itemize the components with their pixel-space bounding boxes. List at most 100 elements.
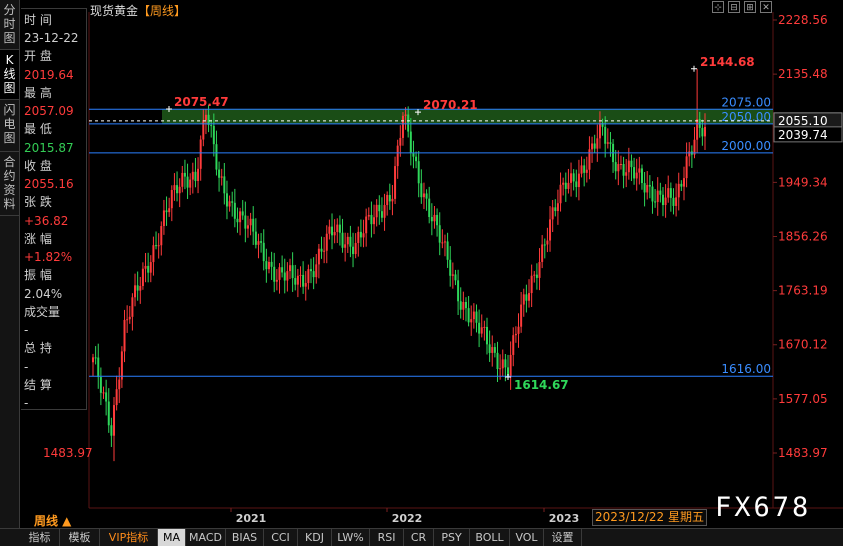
candle-body — [606, 142, 609, 144]
close-icon[interactable]: ✕ — [760, 1, 772, 13]
candle-body — [404, 114, 407, 116]
candle-body — [362, 233, 365, 238]
chart-title: 现货黄金【周线】 — [90, 2, 186, 19]
tab-flash[interactable]: 闪电图 — [0, 100, 19, 152]
tab-vip-indicators[interactable]: VIP指标 — [100, 529, 158, 546]
maximize-icon[interactable]: ⊞ — [744, 1, 756, 13]
candle-body — [394, 166, 397, 199]
candle-body — [654, 201, 657, 203]
move-icon[interactable]: ⊹ — [712, 1, 724, 13]
candle-body — [233, 202, 236, 219]
extreme-label: 2070.21 — [423, 98, 478, 112]
candle-body — [257, 241, 260, 245]
minimize-icon[interactable]: ⊟ — [728, 1, 740, 13]
candle-body — [265, 261, 268, 270]
tab-boll[interactable]: BOLL — [470, 529, 510, 546]
tab-time-sharing[interactable]: 分时图 — [0, 0, 19, 50]
candlestick-chart[interactable]: 2228.56 2135.48 1949.34 1856.26 1763.19 1670.… — [0, 0, 843, 528]
candle-body — [696, 119, 699, 140]
candle-body — [215, 144, 218, 170]
candle-body — [512, 335, 515, 355]
candle-body — [693, 139, 696, 155]
candle-body — [535, 274, 538, 278]
candle-body — [470, 319, 473, 323]
tab-vol[interactable]: VOL — [510, 529, 544, 546]
candle-body — [412, 153, 415, 157]
candle-body — [202, 120, 205, 140]
change-value: +36.82 — [24, 214, 69, 228]
tab-contract-info[interactable]: 合约资料 — [0, 152, 19, 216]
candle-body — [483, 326, 486, 328]
candle-body — [499, 368, 502, 370]
tab-ma[interactable]: MA — [158, 529, 186, 546]
tab-rsi[interactable]: RSI — [370, 529, 404, 546]
tab-lw[interactable]: LW% — [332, 529, 370, 546]
candle-body — [585, 169, 588, 173]
open-interest-label: 总 持 — [24, 341, 52, 355]
tab-templates[interactable]: 模板 — [60, 529, 100, 546]
candle-body — [249, 218, 252, 226]
candle-body — [357, 231, 360, 244]
candle-body — [588, 149, 591, 170]
change-label: 张 跌 — [24, 195, 52, 209]
tab-macd[interactable]: MACD — [186, 529, 226, 546]
tab-kdj[interactable]: KDJ — [298, 529, 332, 546]
tab-indicators[interactable]: 指标 — [20, 529, 60, 546]
open-value: 2019.64 — [24, 68, 74, 82]
candle-body — [320, 248, 323, 252]
tab-kline[interactable]: K线图 — [0, 50, 19, 100]
candle-body — [115, 389, 118, 406]
candle-body — [504, 359, 507, 368]
tab-contract-info-label: 合约资料 — [3, 155, 16, 211]
tab-bias[interactable]: BIAS — [226, 529, 264, 546]
candle-body — [236, 218, 239, 223]
candle-body — [564, 182, 567, 189]
candle-body — [680, 183, 683, 187]
candle-body — [454, 274, 457, 281]
candle-body — [493, 347, 496, 353]
settle-value: - — [24, 396, 29, 410]
open-label: 开 盘 — [24, 49, 52, 63]
candle-body — [328, 226, 331, 234]
candle-body — [333, 232, 336, 236]
period-selector[interactable]: 周线 ▲ — [34, 512, 71, 529]
candle-body — [212, 125, 215, 145]
candle-body — [443, 241, 446, 243]
tab-settings[interactable]: 设置 — [544, 529, 582, 546]
settle-label: 结 算 — [24, 378, 52, 392]
candle-body — [181, 172, 184, 187]
candle-body — [244, 215, 247, 229]
x-axis-label: 2023 — [549, 512, 580, 525]
candle-body — [383, 205, 386, 218]
y-tick-label: 1763.19 — [778, 284, 828, 298]
candle-body — [241, 211, 244, 216]
candle-body — [102, 392, 105, 394]
tab-cci[interactable]: CCI — [264, 529, 298, 546]
candle-body — [480, 327, 483, 334]
candle-body — [485, 326, 488, 345]
candle-body — [107, 401, 110, 426]
candle-body — [210, 125, 213, 127]
candle-body — [92, 357, 94, 363]
candle-body — [436, 214, 439, 226]
candle-body — [438, 225, 441, 243]
tab-psy[interactable]: PSY — [434, 529, 470, 546]
candle-body — [659, 190, 662, 195]
tab-cr[interactable]: CR — [404, 529, 434, 546]
close-label: 收 盘 — [24, 159, 52, 173]
candle-body — [433, 214, 436, 222]
candle-body — [99, 377, 102, 393]
candle-body — [407, 114, 410, 132]
candles-group — [92, 68, 706, 462]
candle-body — [591, 143, 594, 150]
candle-body — [105, 392, 108, 402]
level-label: 1616.00 — [721, 362, 771, 376]
candle-body — [417, 161, 420, 184]
y-tick-label: 2135.48 — [778, 67, 828, 81]
y-tick-label: 1949.34 — [778, 175, 828, 189]
candle-body — [294, 278, 297, 285]
candle-body — [475, 311, 478, 323]
candle-body — [488, 344, 491, 353]
candle-body — [296, 275, 299, 285]
last-ma-label: 2039.74 — [778, 128, 828, 142]
